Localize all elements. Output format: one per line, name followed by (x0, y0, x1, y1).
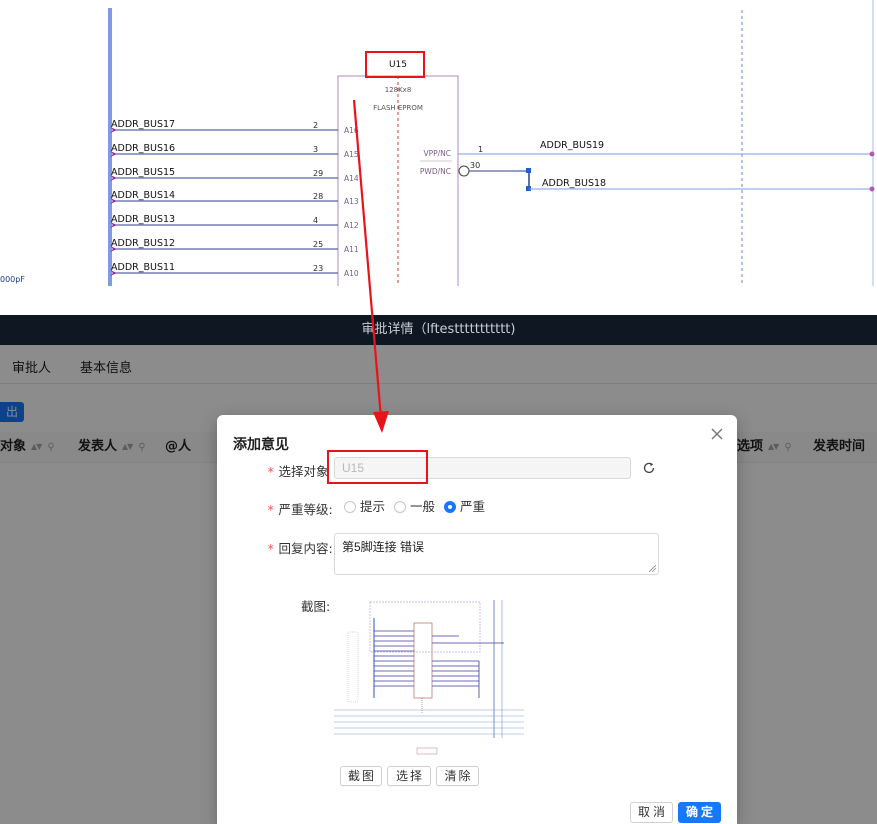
reply-text: 第5脚连接 错误 (342, 540, 425, 554)
net-label: ADDR_BUS17 (111, 119, 175, 130)
pin-number-30: 30 (470, 161, 480, 170)
inversion-bubble (458, 165, 470, 177)
target-input[interactable]: U15 (334, 457, 631, 479)
net-label-addr-bus19: ADDR_BUS19 (540, 140, 604, 151)
junction-handle[interactable] (526, 168, 531, 173)
net-label: ADDR_BUS15 (111, 167, 175, 178)
severity-option-normal[interactable]: 一般 (394, 499, 435, 515)
pin-name: A12 (344, 221, 359, 230)
add-comment-dialog: 添加意见 * 选择对象 U15 * 严重等级: 提示 一般 严重 * 回复内容: 第5… (217, 415, 737, 824)
net-label: ADDR_BUS13 (111, 214, 175, 225)
radio-selected-icon[interactable] (444, 501, 456, 513)
pin-name-pwd: PWD/NC (420, 167, 451, 176)
screenshot-image (334, 600, 524, 755)
right-pins: VPP/NC PWD/NC 1 ADDR_BUS19 30 ADDR_BUS18 (420, 140, 875, 192)
severity-label: * 严重等级: (267, 499, 333, 518)
choose-button[interactable]: 选择 (387, 766, 431, 786)
screenshot-thumbnail (334, 598, 524, 756)
dialog-title: 添加意见 (233, 437, 289, 453)
reply-label: * 回复内容: (267, 538, 333, 557)
net-label: ADDR_BUS12 (111, 238, 175, 249)
pin-name: A15 (344, 150, 359, 159)
severity-label-text: 严重等级: (278, 502, 333, 517)
left-nets: ADDR_BUS17 2 A16 ADDR_BUS16 3 A15 ADDR_BUS15 29… (110, 119, 359, 278)
component-designator: U15 (389, 60, 407, 70)
screenshot-label: 截图: (301, 599, 331, 614)
option-label: 一般 (410, 499, 436, 514)
pin-name: A11 (344, 245, 359, 254)
pin-name: A13 (344, 197, 359, 206)
net-endpoint (869, 186, 875, 192)
reply-label-text: 回复内容: (278, 541, 333, 556)
target-label: * 选择对象 (267, 461, 329, 480)
required-mark: * (267, 541, 275, 556)
pin-name: A14 (344, 174, 359, 183)
pin-number: 23 (313, 264, 323, 273)
pin-number-1: 1 (478, 145, 483, 154)
schematic-drawing: U15 128Kx8 FLASH EPROM ADDR_BUS17 2A16ADD… (0, 0, 875, 286)
component-part: 128Kx8 (385, 86, 412, 94)
pin-number: 4 (313, 216, 318, 225)
pin-name-vpp: VPP/NC (423, 149, 451, 158)
clear-button[interactable]: 清除 (436, 766, 479, 786)
radio-icon[interactable] (394, 501, 406, 513)
reply-textarea[interactable]: 第5脚连接 错误 (334, 533, 659, 575)
required-mark: * (267, 464, 275, 479)
capture-button[interactable]: 截图 (340, 766, 382, 786)
cancel-button[interactable]: 取消 (630, 802, 673, 823)
option-label: 严重 (460, 499, 486, 514)
pin-name: A16 (344, 126, 359, 135)
severity-option-severe[interactable]: 严重 (444, 499, 485, 515)
window-title: 审批详情（lftesttttttttttt) (0, 315, 877, 345)
option-label: 提示 (360, 499, 386, 514)
pin-number: 3 (313, 145, 318, 154)
net-label: ADDR_BUS11 (111, 262, 175, 273)
required-mark: * (267, 502, 275, 517)
resize-handle-icon[interactable] (649, 565, 656, 572)
pin-number: 2 (313, 121, 318, 130)
pin-name: A10 (344, 269, 359, 278)
net-label: ADDR_BUS14 (111, 190, 175, 201)
pin-number: 29 (313, 169, 323, 178)
net-endpoint (869, 151, 875, 157)
refresh-icon[interactable] (642, 461, 656, 475)
close-icon[interactable] (709, 426, 725, 442)
radio-icon[interactable] (344, 501, 356, 513)
component-type: FLASH EPROM (373, 104, 423, 112)
net-label-addr-bus18: ADDR_BUS18 (542, 178, 606, 189)
severity-option-hint[interactable]: 提示 (344, 499, 385, 515)
pin-number: 25 (313, 240, 323, 249)
ok-button[interactable]: 确定 (678, 802, 721, 823)
net-label: ADDR_BUS16 (111, 143, 175, 154)
schematic-canvas[interactable]: U15 128Kx8 FLASH EPROM ADDR_BUS17 2 A16 ADD… (0, 0, 877, 286)
pin-number: 28 (313, 192, 323, 201)
target-label-text: 选择对象 (278, 464, 329, 479)
capacitor-value-label: 000pF (0, 275, 25, 284)
